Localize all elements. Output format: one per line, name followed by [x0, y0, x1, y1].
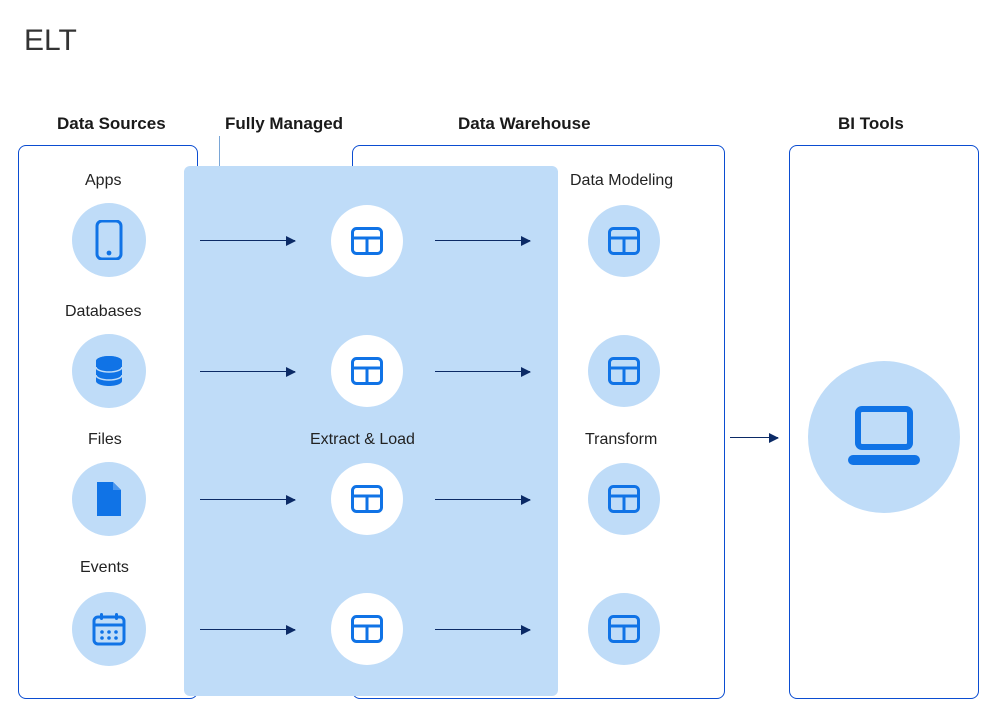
- label-transform: Transform: [585, 431, 657, 449]
- label-files: Files: [88, 431, 122, 449]
- table-icon: [331, 335, 403, 407]
- label-events: Events: [80, 559, 129, 577]
- table-icon: [331, 463, 403, 535]
- table-icon: [331, 205, 403, 277]
- label-bi-tools: BI Tools: [838, 114, 904, 134]
- label-fully-managed: Fully Managed: [225, 114, 343, 134]
- database-icon: [72, 334, 146, 408]
- arrow-files-to-load: [200, 499, 295, 500]
- divider-fully-managed: [219, 136, 220, 166]
- arrow-load-to-transform-4: [435, 629, 530, 630]
- label-data-sources: Data Sources: [57, 114, 166, 134]
- arrow-load-to-transform-2: [435, 371, 530, 372]
- table-icon: [331, 593, 403, 665]
- page-title: ELT: [24, 24, 77, 58]
- label-databases: Databases: [65, 303, 142, 321]
- arrow-warehouse-to-bi: [730, 437, 778, 438]
- label-extract-load: Extract & Load: [310, 431, 415, 449]
- table-icon: [588, 205, 660, 277]
- arrow-load-to-transform-3: [435, 499, 530, 500]
- apps-icon: [72, 203, 146, 277]
- label-apps: Apps: [85, 172, 121, 190]
- arrow-apps-to-load: [200, 240, 295, 241]
- table-icon: [588, 335, 660, 407]
- label-data-modeling: Data Modeling: [570, 172, 673, 190]
- calendar-icon: [72, 592, 146, 666]
- arrow-events-to-load: [200, 629, 295, 630]
- arrow-load-to-transform-1: [435, 240, 530, 241]
- label-data-warehouse: Data Warehouse: [458, 114, 591, 134]
- table-icon: [588, 593, 660, 665]
- file-icon: [72, 462, 146, 536]
- arrow-db-to-load: [200, 371, 295, 372]
- laptop-icon: [808, 361, 960, 513]
- table-icon: [588, 463, 660, 535]
